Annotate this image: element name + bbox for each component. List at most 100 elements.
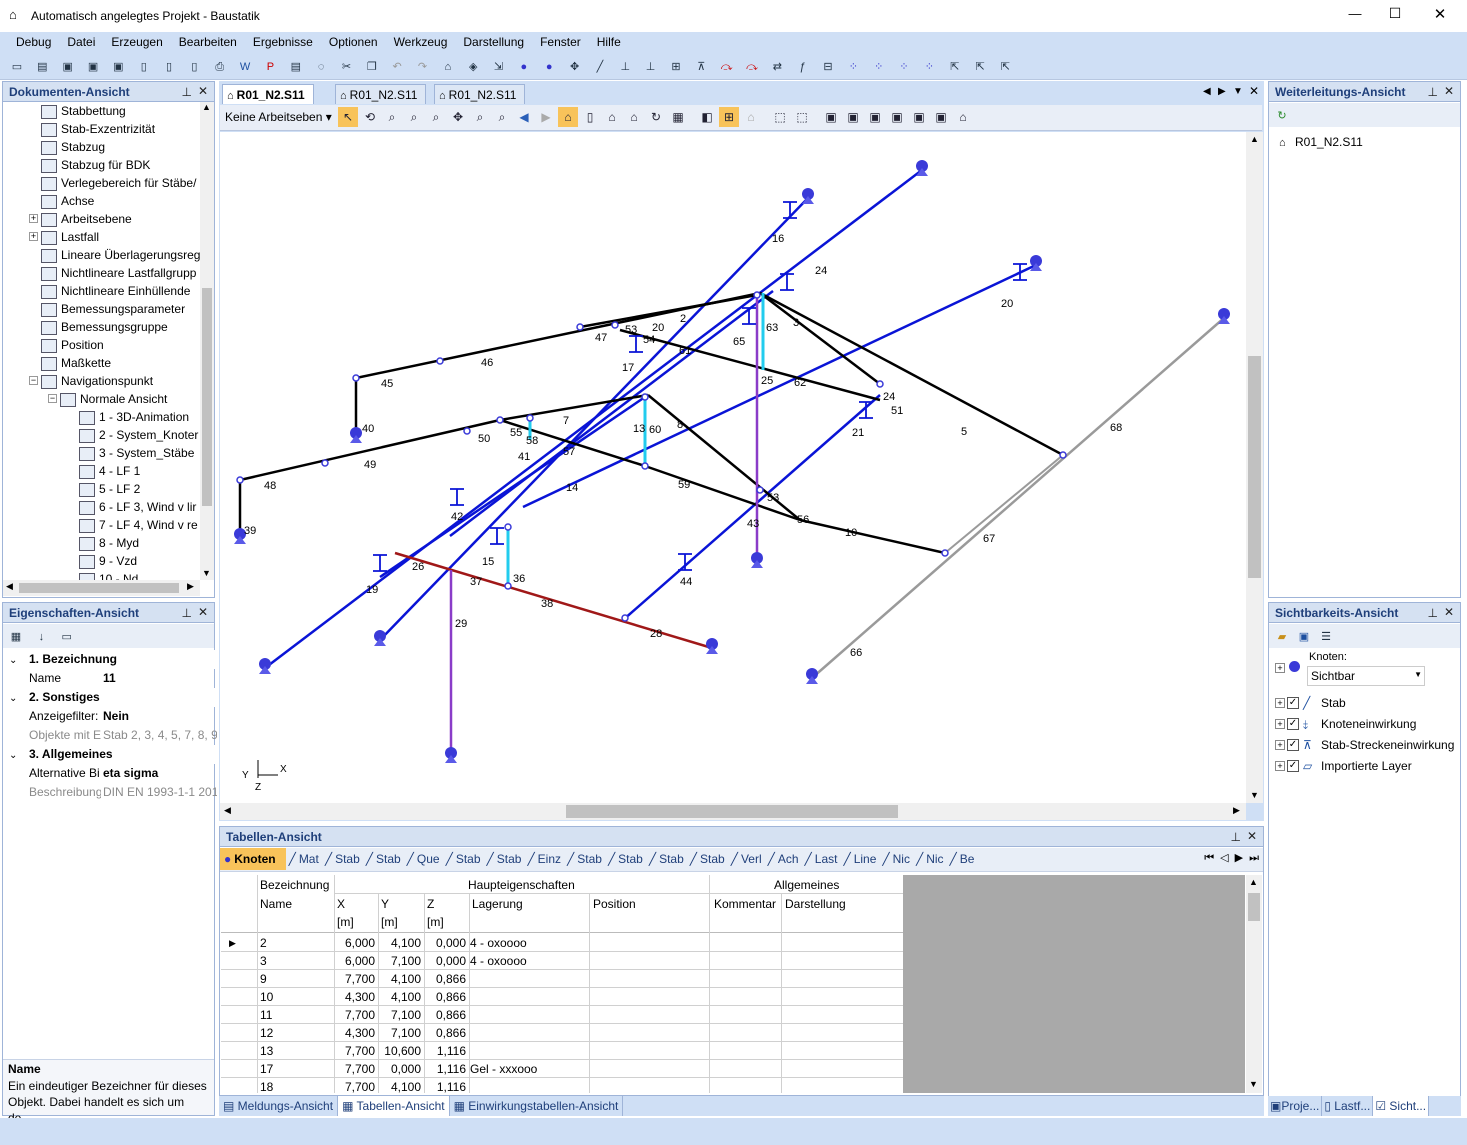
member-label[interactable]: 36: [513, 573, 525, 585]
member-label[interactable]: 63: [766, 322, 778, 334]
member-node[interactable]: [496, 416, 504, 424]
expand-icon[interactable]: −: [29, 376, 38, 385]
property-row[interactable]: Objekte mit E Stab 2, 3, 4, 5, 7, 8, 9,: [3, 726, 217, 745]
visibility-item[interactable]: + ✓ ⊼ Stab-Streckeneinwirkung: [1273, 735, 1458, 755]
member-node[interactable]: [352, 374, 360, 382]
cell-name[interactable]: 10: [260, 988, 330, 1006]
view-3d-icon[interactable]: ⌂: [558, 107, 578, 127]
cell-coordinate[interactable]: 4,300: [334, 988, 375, 1006]
cell-coordinate[interactable]: 0,000: [378, 1060, 421, 1078]
forward-icon[interactable]: ▶: [536, 107, 556, 127]
view-tab[interactable]: ⌂ R01_N2.S11: [222, 84, 314, 104]
member-label[interactable]: 49: [364, 459, 376, 471]
member-label[interactable]: 43: [747, 518, 759, 530]
member-label[interactable]: 14: [566, 482, 578, 494]
cell-coordinate[interactable]: 4,100: [378, 970, 421, 988]
member-blue[interactable]: [449, 290, 774, 537]
tree-item[interactable]: + Lastfall: [29, 228, 99, 246]
member-node[interactable]: [611, 321, 619, 329]
tree-item[interactable]: 10 - Nd: [79, 570, 138, 580]
col-header-darstellung[interactable]: Darstellung: [785, 897, 846, 911]
save-all-icon[interactable]: ▣: [109, 58, 127, 76]
cell-coordinate[interactable]: 10,600: [378, 1042, 421, 1060]
member-grey[interactable]: [811, 317, 1225, 679]
member-label[interactable]: 20: [1001, 298, 1013, 310]
table-tab[interactable]: ╱ Mat: [286, 848, 322, 870]
cell-coordinate[interactable]: 1,116: [424, 1078, 466, 1093]
wireframe-icon[interactable]: ⊞: [719, 107, 739, 127]
tree-item[interactable]: 1 - 3D-Animation: [79, 408, 189, 426]
select-box-icon[interactable]: ⬚: [770, 107, 790, 127]
open-icon[interactable]: ▤: [33, 58, 51, 76]
model-canvas[interactable]: 16 24 20 2 3 63 47 53 20 54 65 61 46 17 25 62 45 24 51 7 40 5…: [220, 132, 1246, 803]
table-tab[interactable]: ╱ Be: [947, 848, 978, 870]
expand-icon[interactable]: −: [48, 394, 57, 403]
pin-icon[interactable]: ⊥: [1231, 830, 1241, 844]
grid-icon[interactable]: ▦: [668, 107, 688, 127]
member-label[interactable]: 62: [794, 377, 806, 389]
member-label[interactable]: 20: [652, 322, 664, 334]
tree-item[interactable]: Position: [41, 336, 104, 354]
member-label[interactable]: 44: [680, 576, 692, 588]
member-label[interactable]: 40: [362, 423, 374, 435]
select1-icon[interactable]: ⇱: [946, 58, 964, 76]
tree-item[interactable]: 5 - LF 2: [79, 480, 140, 498]
table-row[interactable]: 11 7,700 7,100 0,866: [221, 1006, 903, 1024]
member-label[interactable]: 42: [451, 511, 463, 523]
tab-list-icon[interactable]: ▼: [1233, 86, 1243, 97]
cell-coordinate[interactable]: 4,100: [378, 1078, 421, 1093]
cell-lagerung[interactable]: [470, 1078, 588, 1093]
col-header-bezeichnung[interactable]: Bezeichnung: [260, 878, 329, 892]
member-label[interactable]: 37: [470, 576, 482, 588]
collapse-icon[interactable]: ⌄: [3, 689, 23, 707]
member-label[interactable]: 45: [381, 378, 393, 390]
line-icon[interactable]: ╱: [591, 58, 609, 76]
table-row[interactable]: 13 7,700 10,600 1,116: [221, 1042, 903, 1060]
render5-icon[interactable]: ▣: [909, 107, 929, 127]
table-tab[interactable]: ╱ Que: [404, 848, 443, 870]
list-icon[interactable]: ☰: [1317, 628, 1335, 646]
scroll-right-icon[interactable]: ▶: [187, 581, 194, 592]
member-label[interactable]: 65: [733, 336, 745, 348]
menu-bearbeiten[interactable]: Bearbeiten: [171, 32, 245, 52]
hscroll-thumb[interactable]: [566, 805, 898, 818]
nodes1-icon[interactable]: ⁘: [844, 58, 862, 76]
pin-icon[interactable]: ⊥: [182, 85, 192, 99]
render1-icon[interactable]: ▣: [821, 107, 841, 127]
member-label[interactable]: 56: [797, 514, 809, 526]
member-label[interactable]: 13: [633, 423, 645, 435]
cell-lagerung[interactable]: [470, 988, 588, 1006]
cell-lagerung[interactable]: [470, 970, 588, 988]
tree-vertical-scrollbar[interactable]: ▲ ▼: [200, 102, 214, 580]
tree-item[interactable]: Verlegebereich für Stäbe/: [41, 174, 196, 192]
tree-item[interactable]: Stabzug für BDK: [41, 156, 150, 174]
col-header-lagerung[interactable]: Lagerung: [472, 897, 523, 911]
next-icon[interactable]: ▶: [1235, 852, 1243, 864]
pin-icon[interactable]: ⊥: [182, 606, 192, 620]
render4-icon[interactable]: ▣: [887, 107, 907, 127]
menu-werkzeug[interactable]: Werkzeug: [386, 32, 456, 52]
member-label[interactable]: 10: [845, 527, 857, 539]
save-icon[interactable]: ▣: [1295, 628, 1313, 646]
member-label[interactable]: 66: [850, 647, 862, 659]
member-label[interactable]: 51: [891, 405, 903, 417]
structure-model[interactable]: 1624202 3634753 2054 656146 1725 62452451740 5…: [220, 132, 1246, 803]
save-as-icon[interactable]: ▣: [84, 58, 102, 76]
member-label[interactable]: 38: [541, 598, 553, 610]
member-grey[interactable]: [944, 454, 1064, 554]
tree-item[interactable]: Bemessungsparameter: [41, 300, 185, 318]
member-label[interactable]: 60: [649, 424, 661, 436]
tree-item[interactable]: Nichtlineare Lastfallgrupp: [41, 264, 196, 282]
dimension-load-icon[interactable]: ⇄: [768, 58, 786, 76]
close-icon[interactable]: ✕: [1444, 84, 1454, 98]
scroll-right-icon[interactable]: ▶: [1233, 805, 1240, 816]
member-label[interactable]: 46: [481, 357, 493, 369]
table-tab[interactable]: ╱ Nic: [879, 848, 913, 870]
cell-coordinate[interactable]: 7,700: [334, 1006, 375, 1024]
chevron-down-icon[interactable]: ▼: [1414, 670, 1422, 679]
property-value[interactable]: Stab 2, 3, 4, 5, 7, 8, 9,: [103, 726, 217, 745]
cell-name[interactable]: 12: [260, 1024, 330, 1042]
member-label[interactable]: 54: [643, 334, 655, 346]
table-row[interactable]: 3 6,000 7,100 0,000 4 - oxoooo: [221, 952, 903, 970]
tree-item[interactable]: 3 - System_Stäbe: [79, 444, 194, 462]
